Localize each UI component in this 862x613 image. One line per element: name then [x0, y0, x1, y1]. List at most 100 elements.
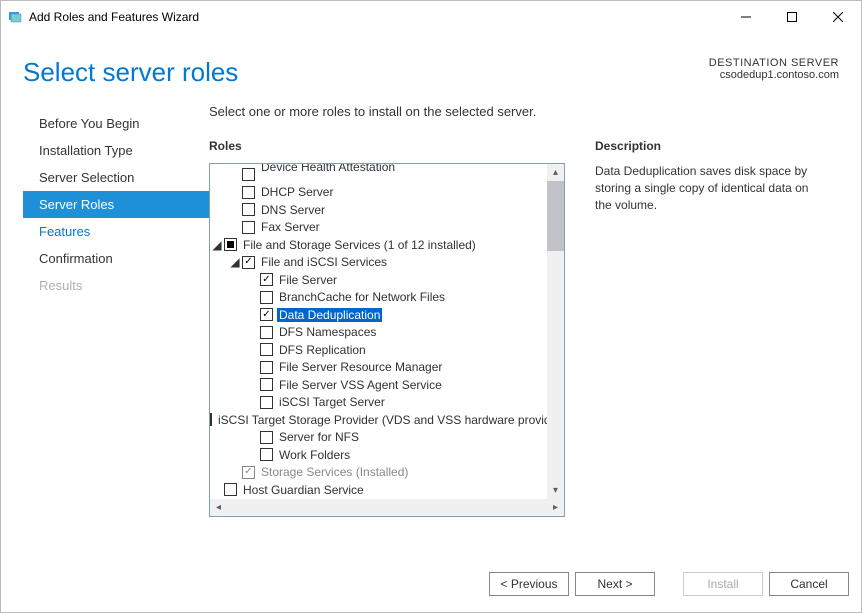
role-checkbox[interactable]: [260, 396, 273, 409]
roles-tree-scroll[interactable]: Device Health Attestation DHCP Server DNS …: [210, 164, 564, 499]
expander-icon[interactable]: ◢: [210, 238, 224, 252]
role-label[interactable]: File Server Resource Manager: [277, 360, 444, 374]
role-checkbox[interactable]: [260, 361, 273, 374]
step-server-roles[interactable]: Server Roles: [23, 191, 209, 218]
scroll-up-icon[interactable]: ▴: [547, 164, 564, 181]
role-checkbox[interactable]: [260, 448, 273, 461]
role-row[interactable]: Fax Server: [210, 219, 546, 237]
body: Before You BeginInstallation TypeServer …: [1, 96, 861, 556]
roles-tree: Device Health Attestation DHCP Server DNS …: [210, 166, 564, 499]
vertical-thumb[interactable]: [547, 181, 564, 251]
role-row[interactable]: BranchCache for Network Files: [210, 289, 546, 307]
minimize-button[interactable]: [723, 1, 769, 33]
role-checkbox[interactable]: [260, 326, 273, 339]
role-row[interactable]: Hyper-V: [210, 499, 546, 500]
role-checkbox[interactable]: [224, 238, 237, 251]
horizontal-scrollbar[interactable]: ◂ ▸: [210, 499, 564, 516]
roles-label: Roles: [209, 139, 565, 153]
role-label[interactable]: Host Guardian Service: [241, 483, 366, 497]
step-results: Results: [23, 272, 209, 299]
role-label[interactable]: iSCSI Target Server: [277, 395, 387, 409]
window-controls: [723, 1, 861, 33]
instruction-text: Select one or more roles to install on t…: [209, 104, 839, 119]
role-label[interactable]: File and iSCSI Services: [259, 255, 389, 269]
role-label[interactable]: BranchCache for Network Files: [277, 290, 447, 304]
role-label[interactable]: Storage Services (Installed): [259, 465, 410, 479]
role-label[interactable]: DFS Namespaces: [277, 325, 378, 339]
role-label[interactable]: Work Folders: [277, 448, 352, 462]
destination-label: DESTINATION SERVER: [709, 57, 839, 69]
role-checkbox[interactable]: [260, 273, 273, 286]
role-row[interactable]: DFS Replication: [210, 341, 546, 359]
close-button[interactable]: [815, 1, 861, 33]
role-row[interactable]: File Server Resource Manager: [210, 359, 546, 377]
description-text: Data Deduplication saves disk space by s…: [595, 163, 825, 214]
role-checkbox[interactable]: [242, 168, 255, 181]
role-row[interactable]: Device Health Attestation: [210, 166, 546, 184]
role-label[interactable]: DNS Server: [259, 203, 327, 217]
destination-server: csodedup1.contoso.com: [709, 69, 839, 81]
role-label[interactable]: Fax Server: [259, 220, 322, 234]
role-checkbox: [242, 466, 255, 479]
role-row[interactable]: iSCSI Target Storage Provider (VDS and V…: [210, 411, 546, 429]
role-checkbox[interactable]: [210, 413, 212, 426]
header: Select server roles DESTINATION SERVER c…: [1, 33, 861, 96]
role-label[interactable]: DFS Replication: [277, 343, 368, 357]
step-installation-type[interactable]: Installation Type: [23, 137, 209, 164]
role-row[interactable]: ◢ File and iSCSI Services: [210, 254, 546, 272]
role-row[interactable]: DHCP Server: [210, 184, 546, 202]
role-checkbox[interactable]: [242, 256, 255, 269]
wizard-steps-sidebar: Before You BeginInstallation TypeServer …: [23, 104, 209, 556]
role-checkbox[interactable]: [260, 431, 273, 444]
step-features[interactable]: Features: [23, 218, 209, 245]
expander-icon[interactable]: ◢: [228, 255, 242, 269]
role-checkbox[interactable]: [224, 483, 237, 496]
vertical-track[interactable]: [547, 181, 564, 482]
previous-button[interactable]: < Previous: [489, 572, 569, 596]
role-row[interactable]: Server for NFS: [210, 429, 546, 447]
step-server-selection[interactable]: Server Selection: [23, 164, 209, 191]
role-row[interactable]: Data Deduplication: [210, 306, 546, 324]
next-button[interactable]: Next >: [575, 572, 655, 596]
role-row[interactable]: DNS Server: [210, 201, 546, 219]
role-label[interactable]: Data Deduplication: [277, 308, 382, 322]
wizard-window: Add Roles and Features Wizard Select ser…: [0, 0, 862, 613]
destination-block: DESTINATION SERVER csodedup1.contoso.com: [709, 57, 839, 81]
scroll-left-icon[interactable]: ◂: [210, 499, 227, 516]
role-row[interactable]: DFS Namespaces: [210, 324, 546, 342]
role-row[interactable]: Work Folders: [210, 446, 546, 464]
description-label: Description: [595, 139, 839, 153]
role-row[interactable]: File Server: [210, 271, 546, 289]
roles-tree-container: Device Health Attestation DHCP Server DNS …: [209, 163, 565, 517]
role-checkbox[interactable]: [260, 291, 273, 304]
role-row[interactable]: Storage Services (Installed): [210, 464, 546, 482]
scroll-down-icon[interactable]: ▾: [547, 482, 564, 499]
role-checkbox[interactable]: [242, 186, 255, 199]
main-panel: Select one or more roles to install on t…: [209, 104, 839, 556]
role-row[interactable]: ◢ File and Storage Services (1 of 12 inst…: [210, 236, 546, 254]
role-label[interactable]: iSCSI Target Storage Provider (VDS and V…: [216, 413, 564, 427]
role-row[interactable]: Host Guardian Service: [210, 481, 546, 499]
scroll-right-icon[interactable]: ▸: [547, 499, 564, 516]
role-label[interactable]: File and Storage Services (1 of 12 insta…: [241, 238, 478, 252]
role-checkbox[interactable]: [242, 203, 255, 216]
role-checkbox[interactable]: [242, 221, 255, 234]
role-checkbox[interactable]: [260, 378, 273, 391]
maximize-button[interactable]: [769, 1, 815, 33]
install-button: Install: [683, 572, 763, 596]
cancel-button[interactable]: Cancel: [769, 572, 849, 596]
app-icon: [7, 9, 23, 25]
role-label[interactable]: File Server: [277, 273, 339, 287]
role-label[interactable]: Server for NFS: [277, 430, 361, 444]
role-label[interactable]: Device Health Attestation: [259, 164, 397, 174]
page-title: Select server roles: [23, 57, 238, 88]
role-label[interactable]: DHCP Server: [259, 185, 335, 199]
role-checkbox[interactable]: [260, 308, 273, 321]
vertical-scrollbar[interactable]: ▴ ▾: [547, 164, 564, 499]
step-before-you-begin[interactable]: Before You Begin: [23, 110, 209, 137]
role-row[interactable]: File Server VSS Agent Service: [210, 376, 546, 394]
step-confirmation[interactable]: Confirmation: [23, 245, 209, 272]
role-label[interactable]: File Server VSS Agent Service: [277, 378, 444, 392]
role-checkbox[interactable]: [260, 343, 273, 356]
role-row[interactable]: iSCSI Target Server: [210, 394, 546, 412]
